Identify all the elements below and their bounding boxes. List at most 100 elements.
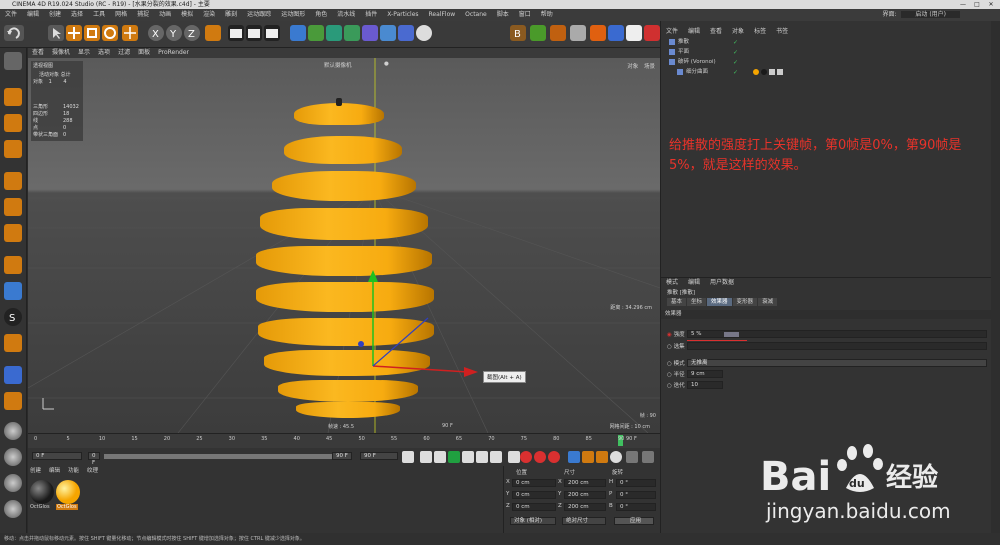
menu-item[interactable]: Octane xyxy=(460,9,492,21)
cloner-icon[interactable] xyxy=(344,25,360,41)
strength-keyframe-icon[interactable]: ◉ xyxy=(667,332,672,338)
menu-item[interactable]: 渲染 xyxy=(198,9,220,21)
object-menu-item[interactable]: 文件 xyxy=(661,27,683,37)
menu-item[interactable]: 帮助 xyxy=(536,9,558,21)
visibility-check-icon[interactable]: ✓ xyxy=(733,48,738,57)
attribute-tab[interactable]: 效果器 xyxy=(707,298,732,306)
start-frame-field[interactable]: 0 F xyxy=(88,452,100,466)
menu-item[interactable]: 运动跟踪 xyxy=(242,9,276,21)
render-picture-viewer-icon[interactable] xyxy=(246,25,262,41)
previous-frame-icon[interactable] xyxy=(434,451,446,463)
attribute-tab[interactable]: 衰减 xyxy=(758,298,778,306)
menu-item[interactable]: 流水线 xyxy=(332,9,360,21)
edges-mode-icon[interactable] xyxy=(4,198,22,216)
z-axis-icon[interactable]: Z xyxy=(184,25,200,41)
radius-field[interactable]: 9 cm xyxy=(687,370,723,378)
record-icon[interactable] xyxy=(644,25,660,41)
x-axis-icon[interactable]: X xyxy=(148,25,164,41)
next-frame-icon[interactable] xyxy=(462,451,474,463)
select-arrow-icon[interactable] xyxy=(48,25,64,41)
planar-workplane-icon[interactable] xyxy=(4,392,22,410)
layout-selector[interactable]: 界面: 启动 (用户) xyxy=(882,9,960,21)
axis-mode-icon[interactable] xyxy=(4,256,22,274)
menu-item[interactable]: 模拟 xyxy=(176,9,198,21)
object-menu-item[interactable]: 标签 xyxy=(749,27,771,37)
deformer-icon[interactable] xyxy=(362,25,378,41)
coords-size-mode-select[interactable]: 绝对尺寸 xyxy=(562,517,606,525)
menu-item[interactable]: 插件 xyxy=(360,9,382,21)
lock-workplane-icon[interactable] xyxy=(4,334,22,352)
timeline-ruler[interactable]: 90 F 0 5 10 15 20 25 30 35 40 45 50 55 60 65 70 75 80 85 9… xyxy=(28,433,660,448)
object-row[interactable]: 破碎 (Voronoi) xyxy=(669,58,729,67)
current-frame-field[interactable]: 0 F xyxy=(32,452,82,460)
move-icon[interactable] xyxy=(66,25,82,41)
live-select-icon[interactable] xyxy=(122,25,138,41)
mode-select[interactable]: 无推离 xyxy=(687,359,987,367)
attribute-tab[interactable]: 坐标 xyxy=(687,298,707,306)
timeline-menu-icon[interactable] xyxy=(642,451,654,463)
previous-key-icon[interactable] xyxy=(420,451,432,463)
menu-item[interactable]: 雕刻 xyxy=(220,9,242,21)
render-settings-icon[interactable] xyxy=(264,25,280,41)
autokey-icon[interactable] xyxy=(534,451,546,463)
coords-size-field[interactable]: 200 cm xyxy=(564,503,606,511)
polygons-mode-icon[interactable] xyxy=(4,224,22,242)
preview-range-slider[interactable] xyxy=(104,454,344,459)
strength-slider-fill[interactable] xyxy=(724,332,739,337)
menu-item[interactable]: 编辑 xyxy=(22,9,44,21)
tweak-mode-icon[interactable] xyxy=(4,282,22,300)
object-row[interactable]: 平面 xyxy=(669,48,729,57)
menu-item[interactable]: 角色 xyxy=(310,9,332,21)
scale-key-icon[interactable] xyxy=(582,451,594,463)
object-row[interactable]: 细分曲面 xyxy=(677,68,737,77)
attribute-tab[interactable]: 变形器 xyxy=(732,298,758,306)
minimize-button[interactable]: — xyxy=(956,0,970,9)
viewport-menu-item[interactable]: 面板 xyxy=(134,48,154,58)
undo-icon[interactable] xyxy=(4,25,24,41)
snap-icon[interactable]: S xyxy=(4,308,22,326)
go-to-end-icon[interactable] xyxy=(490,451,502,463)
viewport-menu-item[interactable]: 摄像机 xyxy=(48,48,74,58)
attribute-tab[interactable]: 基本 xyxy=(667,298,687,306)
material-swatch-orange[interactable] xyxy=(56,480,80,504)
object-menu-item[interactable]: 对象 xyxy=(727,27,749,37)
play-icon[interactable] xyxy=(448,451,460,463)
coords-size-field[interactable]: 200 cm xyxy=(564,491,606,499)
maximize-button[interactable]: □ xyxy=(970,0,984,9)
render-view-icon[interactable] xyxy=(228,25,244,41)
material-swatch-black[interactable] xyxy=(30,480,54,504)
param-key-icon[interactable] xyxy=(610,451,622,463)
coords-size-field[interactable]: 200 cm xyxy=(564,479,606,487)
viewport-menu-item[interactable]: 显示 xyxy=(74,48,94,58)
scale-icon[interactable] xyxy=(84,25,100,41)
attribute-menu-item[interactable]: 编辑 xyxy=(683,278,705,288)
coords-position-field[interactable]: 0 cm xyxy=(512,479,556,487)
menu-item[interactable]: 脚本 xyxy=(492,9,514,21)
attribute-menu-item[interactable]: 模式 xyxy=(661,278,683,288)
perspective-viewport[interactable]: 透视视图 活动对象 总计 对象 1 4 三角形 14032 四边形 18 线 288 点 0 带… xyxy=(28,58,660,433)
iterations-field[interactable]: 10 xyxy=(687,381,723,389)
subdivision-icon[interactable] xyxy=(326,25,342,41)
rotation-key-icon[interactable] xyxy=(596,451,608,463)
pen-icon[interactable] xyxy=(308,25,324,41)
go-to-start-icon[interactable] xyxy=(402,451,414,463)
loop-icon[interactable] xyxy=(508,451,520,463)
texture-mode-icon[interactable] xyxy=(4,114,22,132)
plugin-particles-icon[interactable] xyxy=(590,25,606,41)
menu-item[interactable]: 网格 xyxy=(110,9,132,21)
preview-end-field[interactable]: 90 F xyxy=(332,452,352,460)
coords-position-field[interactable]: 0 cm xyxy=(512,491,556,499)
object-tags[interactable] xyxy=(753,69,789,76)
material-menu-item[interactable]: 编辑 xyxy=(49,468,60,474)
viewport-menu-item[interactable]: 过滤 xyxy=(114,48,134,58)
menu-item[interactable]: 选择 xyxy=(66,9,88,21)
menu-item[interactable]: 运动图形 xyxy=(276,9,310,21)
coords-rotation-field[interactable]: 0 ° xyxy=(616,479,656,487)
workplane-icon[interactable] xyxy=(4,140,22,158)
viewport-menu-item[interactable]: 选项 xyxy=(94,48,114,58)
octane-icon[interactable] xyxy=(626,25,642,41)
cube-icon[interactable] xyxy=(290,25,306,41)
selection-field[interactable] xyxy=(687,342,987,350)
menu-item[interactable]: X-Particles xyxy=(382,9,423,21)
menu-item[interactable]: RealFlow xyxy=(424,9,461,21)
